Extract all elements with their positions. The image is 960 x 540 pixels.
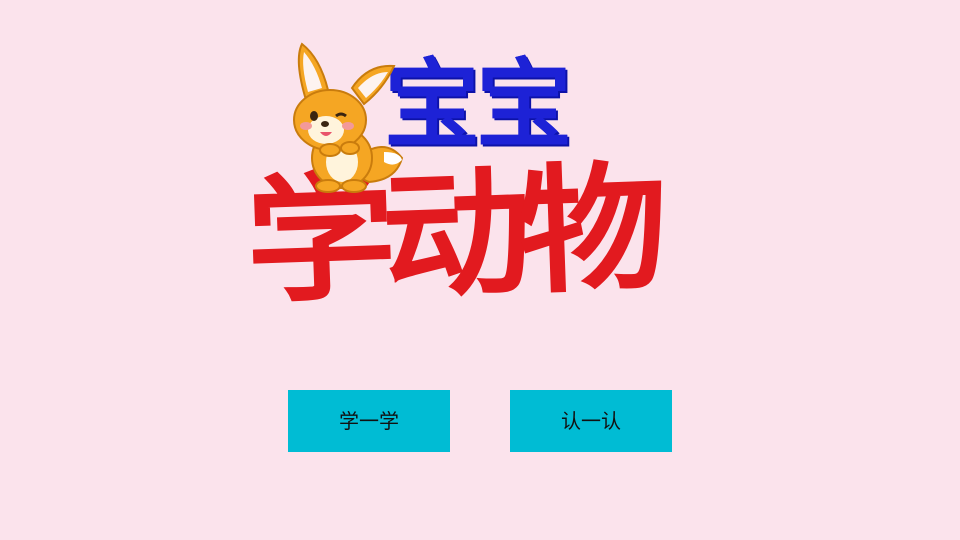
title-baobao: 宝宝	[384, 49, 572, 161]
recognize-button[interactable]: 认一认	[510, 390, 672, 452]
app-screen: 宝宝 学动物 学一学 认一认	[0, 0, 960, 540]
learn-button[interactable]: 学一学	[288, 390, 450, 452]
fox-mascot-icon	[293, 42, 404, 193]
